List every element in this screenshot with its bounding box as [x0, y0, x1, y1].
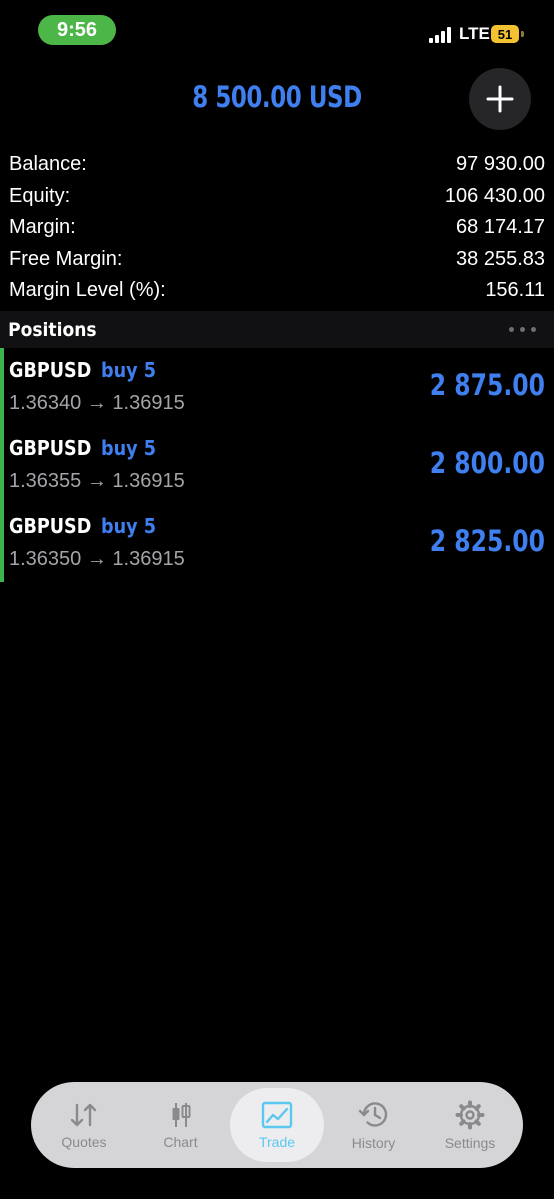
- summary-equity: Equity: 106 430.00: [9, 181, 545, 213]
- summary-label: Equity:: [9, 184, 71, 207]
- account-summary: Balance: 97 930.00 Equity: 106 430.00 Ma…: [9, 149, 545, 307]
- position-profit: 2 825.00: [429, 524, 545, 558]
- total-profit: 8 500.00 USD: [192, 80, 362, 114]
- summary-value: 156.11: [485, 279, 545, 302]
- position-indicator-bar: [0, 348, 4, 426]
- position-indicator-bar: [0, 504, 4, 582]
- tab-trade[interactable]: Trade: [230, 1088, 324, 1162]
- quotes-arrows-icon: [70, 1103, 97, 1126]
- position-symbol: GBPUSD: [9, 514, 92, 538]
- summary-value: 97 930.00: [456, 153, 545, 176]
- summary-margin-level: Margin Level (%): 156.11: [9, 275, 545, 307]
- summary-label: Balance:: [9, 153, 87, 176]
- summary-margin: Margin: 68 174.17: [9, 212, 545, 244]
- position-prices: 1.36355 → 1.36915: [9, 470, 185, 492]
- network-type: LTE: [459, 24, 490, 43]
- summary-value: 106 430.00: [444, 184, 545, 207]
- position-profit: 2 800.00: [429, 446, 545, 480]
- position-row[interactable]: GBPUSD buy 5 1.36340 → 1.36915 2 875.00: [0, 348, 554, 426]
- tab-history[interactable]: History: [327, 1088, 421, 1162]
- position-prices: 1.36340 → 1.36915: [9, 392, 185, 414]
- position-profit: 2 875.00: [429, 368, 545, 402]
- positions-header: Positions: [0, 311, 554, 348]
- tab-label: Quotes: [61, 1133, 107, 1150]
- tab-label: Chart: [163, 1133, 198, 1150]
- tab-settings[interactable]: Settings: [423, 1088, 517, 1162]
- position-type: buy 5: [101, 436, 156, 460]
- trade-chart-icon: [261, 1101, 293, 1128]
- bottom-tab-bar: Quotes Chart Trade History Settings: [31, 1082, 523, 1168]
- add-order-button[interactable]: [469, 68, 531, 130]
- summary-label: Margin:: [9, 216, 76, 239]
- status-bar: 9:56 LTE 51: [0, 0, 554, 62]
- tab-label: Trade: [258, 1133, 296, 1150]
- positions-list: GBPUSD buy 5 1.36340 → 1.36915 2 875.00 …: [0, 348, 554, 582]
- position-symbol: GBPUSD: [9, 436, 92, 460]
- gear-icon: [455, 1100, 485, 1129]
- plus-icon: [486, 85, 514, 113]
- position-indicator-bar: [0, 426, 4, 504]
- tab-label: Settings: [444, 1134, 496, 1151]
- battery-icon: 51: [491, 25, 519, 43]
- battery-tip: [521, 31, 524, 37]
- signal-icon: [429, 27, 453, 43]
- status-time: 9:56: [38, 15, 116, 45]
- tab-label: History: [351, 1134, 396, 1151]
- summary-value: 68 174.17: [456, 216, 545, 239]
- candlestick-icon: [172, 1102, 190, 1127]
- summary-balance: Balance: 97 930.00: [9, 149, 545, 181]
- position-type: buy 5: [101, 358, 156, 382]
- position-row[interactable]: GBPUSD buy 5 1.36355 → 1.36915 2 800.00: [0, 426, 554, 504]
- tab-quotes[interactable]: Quotes: [37, 1088, 131, 1162]
- position-row[interactable]: GBPUSD buy 5 1.36350 → 1.36915 2 825.00: [0, 504, 554, 582]
- tab-chart[interactable]: Chart: [134, 1088, 228, 1162]
- summary-label: Margin Level (%):: [9, 279, 166, 302]
- position-symbol: GBPUSD: [9, 358, 92, 382]
- more-options-icon[interactable]: [509, 327, 536, 332]
- summary-label: Free Margin:: [9, 247, 123, 270]
- history-clock-icon: [358, 1101, 387, 1127]
- summary-free-margin: Free Margin: 38 255.83: [9, 244, 545, 276]
- positions-title: Positions: [8, 318, 97, 341]
- position-prices: 1.36350 → 1.36915: [9, 548, 185, 570]
- position-type: buy 5: [101, 514, 156, 538]
- summary-value: 38 255.83: [456, 247, 545, 270]
